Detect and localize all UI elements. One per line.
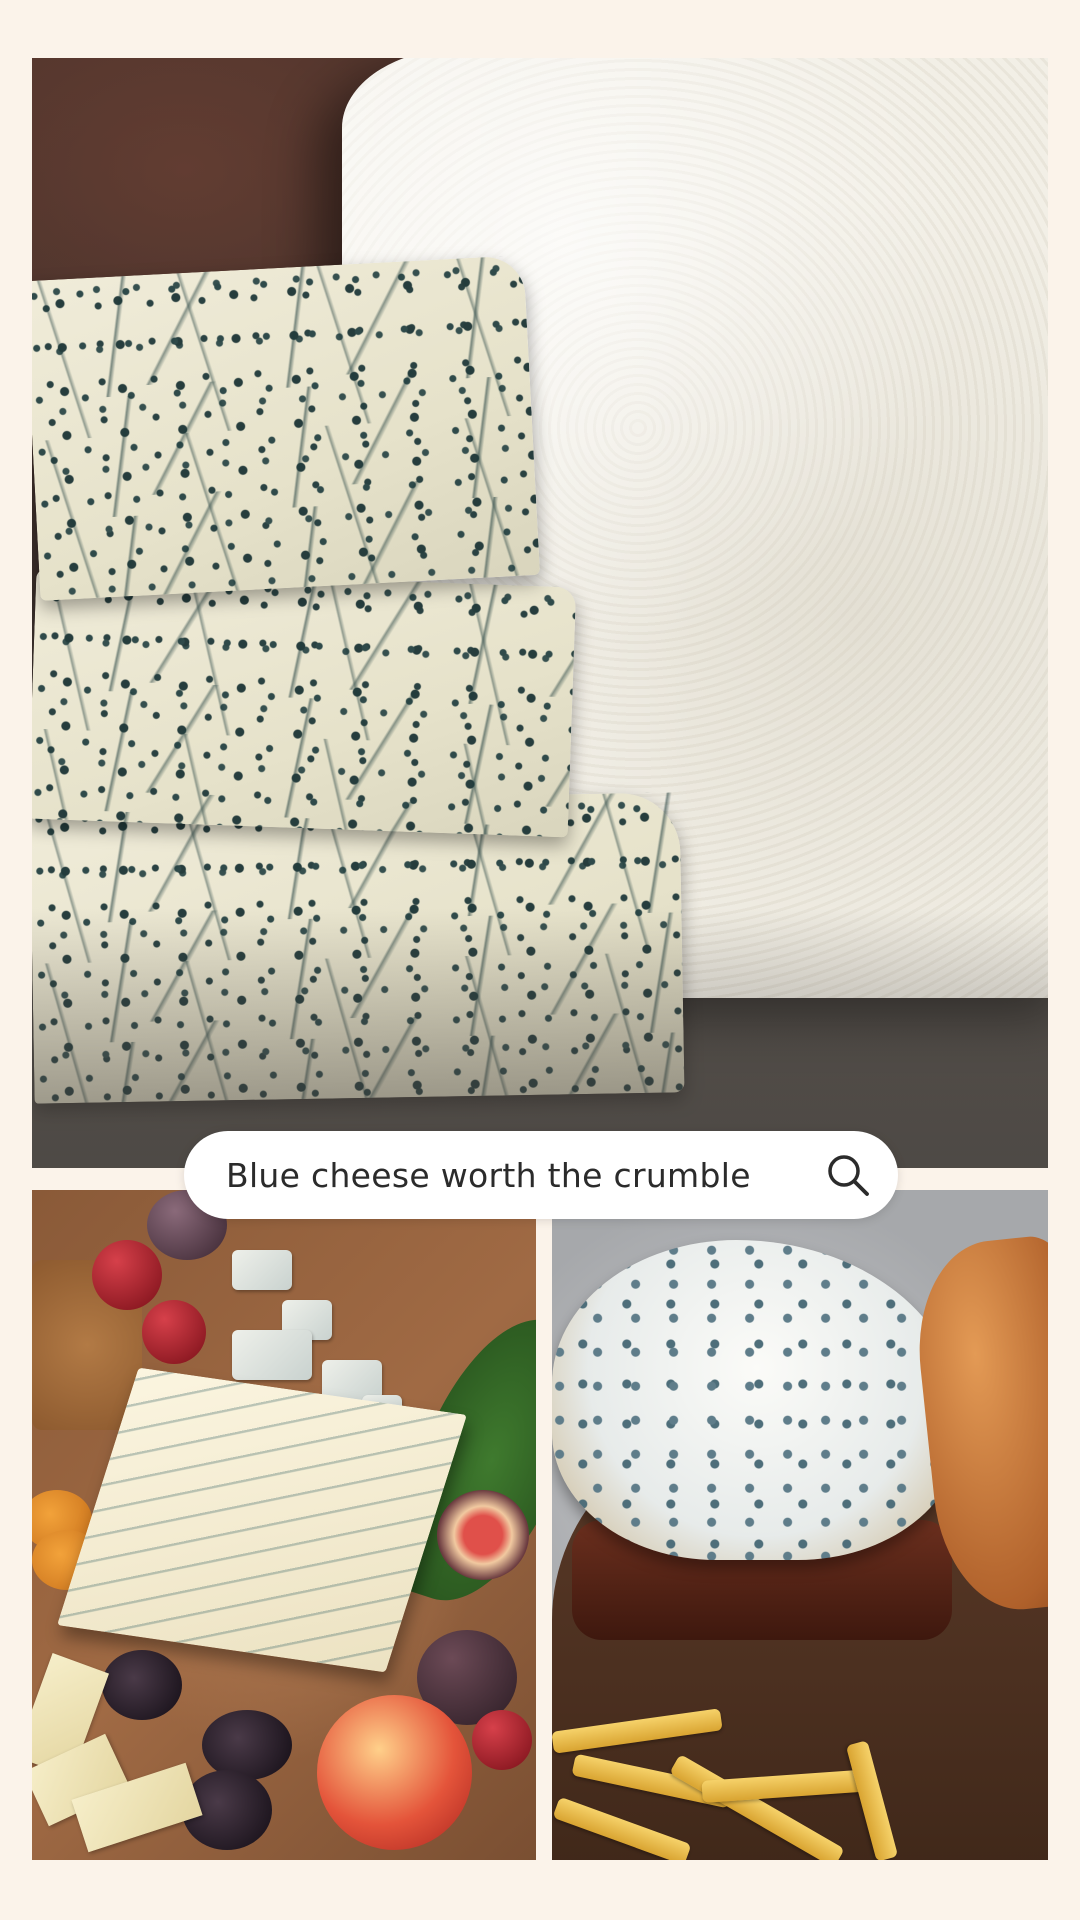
- search-bar[interactable]: Blue cheese worth the crumble: [184, 1131, 898, 1219]
- cheese-slab-middle: [32, 568, 577, 838]
- blue-cheese-topping: [552, 1240, 962, 1560]
- blue-cheese-hero-photo: [32, 58, 1048, 1168]
- slate-surface: [32, 908, 1048, 1168]
- cheese-crumble: [232, 1250, 292, 1290]
- cherry: [472, 1710, 532, 1770]
- search-icon[interactable]: [824, 1151, 872, 1199]
- fig-half: [437, 1490, 529, 1580]
- cheese-crumble: [232, 1330, 312, 1380]
- blue-cheese-burger-photo: [552, 1190, 1048, 1860]
- cheese-crumble: [322, 1360, 382, 1400]
- cherry: [92, 1240, 162, 1310]
- blackberry: [202, 1710, 292, 1780]
- cheese-slab-top: [32, 255, 541, 601]
- search-query: Blue cheese worth the crumble: [226, 1155, 751, 1195]
- blackberry: [102, 1650, 182, 1720]
- cherry: [142, 1300, 206, 1364]
- cheese-board-photo: [32, 1190, 536, 1860]
- apple: [317, 1695, 472, 1850]
